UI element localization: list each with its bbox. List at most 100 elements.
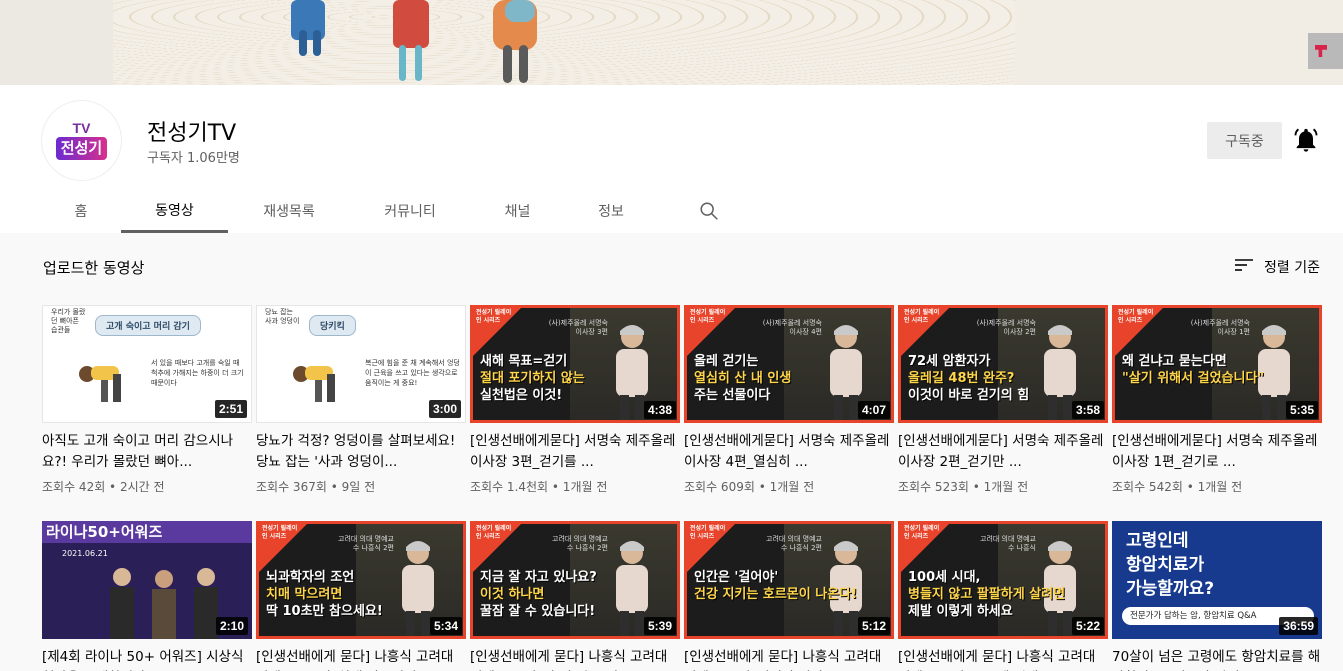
video-thumbnail[interactable]: 전성기 릴레이인 시리즈 (사)제주올레 서명숙 이사장 4편 올레 걷기는 열심히 … (684, 305, 894, 423)
tab-label: 커뮤니티 (384, 204, 436, 220)
thumb-line: 고령인데 (1126, 531, 1189, 551)
video-duration: 3:00 (428, 400, 461, 418)
video-title[interactable]: [인생선배에게묻다] 서명숙 제주올레 이사장 1편_걷기로 ... (1112, 431, 1322, 473)
subscribed-button[interactable]: 구독중 (1207, 122, 1282, 159)
video-duration: 5:39 (643, 617, 676, 635)
video-card[interactable]: 라이나50+어워즈 2021.06.21 2:10 [제4회 라이나 50+ 어워즈]… (42, 521, 252, 671)
tab-label: 재생목록 (263, 204, 315, 220)
tab-label: 동영상 (155, 202, 194, 219)
video-thumbnail[interactable]: 고령인데 항암치료가 가능할까요? 전문가가 답하는 암, 항암치료 Q&A 36:59 (1112, 521, 1322, 639)
thumb-note: 우리가 몰랐던 뼈아픈 습관들 (51, 308, 86, 334)
thumb-note: 당뇨 잡는 사과 엉덩이 (265, 308, 300, 325)
search-icon[interactable] (689, 189, 729, 233)
video-title[interactable]: [인생선배에게 묻다] 나흥식 고려대 명예교수 2편_치매 막으려면 (256, 647, 466, 671)
banner-figure-leg (399, 45, 406, 81)
banner-figure-leg (415, 45, 422, 81)
video-thumbnail[interactable]: 전성기 릴레이인 시리즈 (사)제주올레 서명숙 이사장 1편 왜 걷냐고 묻는다면… (1112, 305, 1322, 423)
video-title[interactable]: [인생선배에게 묻다] 나흥식 고려대 명예교수 편_100세 시대 (898, 647, 1108, 671)
video-title[interactable]: [인생선배에게묻다] 서명숙 제주올레 이사장 4편_열심히 ... (684, 431, 894, 473)
video-card[interactable]: 전성기 릴레이인 시리즈 고려대 의대 명예교수 나흥식 2편 뇌과학자의 조언 치매… (256, 521, 466, 671)
video-meta: 조회수 542회 • 1개월 전 (1112, 480, 1243, 494)
video-meta: 조회수 367회 • 9일 전 (256, 480, 376, 494)
video-title[interactable]: [인생선배에게묻다] 서명숙 제주올레 이사장 3편_걷기를 ... (470, 431, 680, 473)
video-title[interactable]: 70살이 넘은 고령에도 항암치료를 해야할까요? 전문가 답변 (1112, 647, 1322, 671)
video-card[interactable]: 전성기 릴레이인 시리즈 고려대 의대 명예교수 나흥식 2편 인간은 '걸어야' 건… (684, 521, 894, 671)
banner-figure-leg (299, 30, 307, 56)
external-link-icon[interactable] (1308, 33, 1343, 69)
tab-home[interactable]: 홈 (41, 189, 121, 233)
avatar-logo: TV 전성기 (47, 106, 117, 176)
video-meta: 조회수 1.4천회 • 1개월 전 (470, 480, 608, 494)
thumb-text: 서 있을 때보다 고개를 숙일 때 척추에 가해지는 하중이 더 크기 때문이다 (151, 359, 244, 387)
avatar-name-text: 전성기 (55, 137, 108, 160)
video-title[interactable]: [인생선배에게 묻다] 나흥식 고려대 명예교수 편_걸어야 산다 (684, 647, 894, 671)
tab-label: 정보 (598, 204, 624, 220)
video-duration: 5:34 (429, 617, 462, 635)
sort-button[interactable]: 정렬 기준 (1234, 257, 1320, 277)
video-title[interactable]: [인생선배에게묻다] 서명숙 제주올레 이사장 2편_걷기만 ... (898, 431, 1108, 473)
video-thumbnail[interactable]: 전성기 릴레이인 시리즈 (사)제주올레 서명숙 이사장 2편 72세 암환자가 올레… (898, 305, 1108, 423)
video-duration: 5:22 (1071, 617, 1104, 635)
sort-label: 정렬 기준 (1264, 260, 1320, 276)
video-card[interactable]: 전성기 릴레이인 시리즈 (사)제주올레 서명숙 이사장 2편 72세 암환자가 올레… (898, 305, 1108, 495)
bell-icon[interactable] (1292, 126, 1320, 154)
banner-figure (505, 0, 535, 22)
banner-figure (393, 0, 429, 48)
video-thumbnail[interactable]: 전성기 릴레이인 시리즈 고려대 의대 명예교수 나흥식 2편 인간은 '걸어야' 건… (684, 521, 894, 639)
video-row: 우리가 몰랐던 뼈아픈 습관들 고개 숙이고 머리 감기 서 있을 때보다 고개를 … (42, 305, 1322, 495)
video-title[interactable]: [인생선배에게 묻다] 나흥식 고려대 명예교수 편_잠 잘 자는 법 (470, 647, 680, 671)
thumb-headline: 라이나50+어워즈 (42, 521, 252, 543)
video-thumbnail[interactable]: 당뇨 잡는 사과 엉덩이 당키킥복근에 힘을 준 채 계속해서 엉덩이 근육을 쓰… (256, 305, 466, 423)
channel-banner (0, 0, 1343, 85)
video-row: 라이나50+어워즈 2021.06.21 2:10 [제4회 라이나 50+ 어워즈]… (42, 521, 1322, 671)
channel-avatar[interactable]: TV 전성기 (41, 100, 122, 181)
tab-playlists[interactable]: 재생목록 (228, 189, 350, 233)
video-card[interactable]: 전성기 릴레이인 시리즈 고려대 의대 명예교수 나흥식 100세 시대, 병들지 않… (898, 521, 1108, 671)
person-illustration (79, 366, 121, 402)
uploads-title: 업로드한 동영상 (43, 259, 145, 277)
video-duration: 5:12 (857, 617, 890, 635)
tab-label: 채널 (504, 204, 531, 220)
video-card[interactable]: 우리가 몰랐던 뼈아픈 습관들 고개 숙이고 머리 감기 서 있을 때보다 고개를 … (42, 305, 252, 495)
video-meta: 조회수 42회 • 2시간 전 (42, 480, 165, 494)
tab-channels[interactable]: 채널 (470, 189, 565, 233)
video-thumbnail[interactable]: 전성기 릴레이인 시리즈 고려대 의대 명예교수 나흥식 2편 뇌과학자의 조언 치매… (256, 521, 466, 639)
tab-videos[interactable]: 동영상 (121, 189, 228, 233)
thumb-headline: 고령인데항암치료가가능할까요? (1126, 529, 1214, 601)
video-thumbnail[interactable]: 라이나50+어워즈 2021.06.21 2:10 (42, 521, 252, 639)
tab-about[interactable]: 정보 (565, 189, 657, 233)
avatar-tv-text: TV (72, 120, 91, 137)
banner-side (1015, 0, 1343, 85)
video-card[interactable]: 전성기 릴레이인 시리즈 (사)제주올레 서명숙 이사장 3편 새해 목표=걷기 절대… (470, 305, 680, 495)
video-card[interactable]: 전성기 릴레이인 시리즈 고려대 의대 명예교수 나흥식 2편 지금 잘 자고 있나… (470, 521, 680, 671)
video-thumbnail[interactable]: 우리가 몰랐던 뼈아픈 습관들 고개 숙이고 머리 감기 서 있을 때보다 고개를 … (42, 305, 252, 423)
video-card[interactable]: 당뇨 잡는 사과 엉덩이 당키킥복근에 힘을 준 채 계속해서 엉덩이 근육을 쓰… (256, 305, 466, 495)
video-thumbnail[interactable]: 전성기 릴레이인 시리즈 고려대 의대 명예교수 나흥식 2편 지금 잘 자고 있나… (470, 521, 680, 639)
video-duration: 4:38 (643, 401, 676, 419)
video-title[interactable]: 당뇨가 걱정? 엉덩이를 살펴보세요! 당뇨 잡는 '사과 엉덩이... (256, 431, 466, 473)
channel-header: TV 전성기 전성기TV 구독자 1.06만명 구독중 홈 동영상 재생목록 커… (0, 85, 1343, 233)
banner-figure-leg (313, 30, 321, 56)
video-thumbnail[interactable]: 전성기 릴레이인 시리즈 고려대 의대 명예교수 나흥식 100세 시대, 병들지 않… (898, 521, 1108, 639)
video-duration: 36:59 (1279, 617, 1318, 635)
channel-tabs: 홈 동영상 재생목록 커뮤니티 채널 정보 (41, 189, 729, 233)
video-thumbnail[interactable]: 전성기 릴레이인 시리즈 (사)제주올레 서명숙 이사장 3편 새해 목표=걷기 절대… (470, 305, 680, 423)
video-title[interactable]: [제4회 라이나 50+ 어워즈] 시상식 현장을 공개합니다! (42, 647, 252, 671)
thumb-line: 항암치료가 (1126, 555, 1205, 575)
video-card[interactable]: 고령인데 항암치료가 가능할까요? 전문가가 답하는 암, 항암치료 Q&A 36:59… (1112, 521, 1322, 671)
video-card[interactable]: 전성기 릴레이인 시리즈 (사)제주올레 서명숙 이사장 4편 올레 걷기는 열심히 … (684, 305, 894, 495)
thumb-text: 복근에 힘을 준 채 계속해서 엉덩이 근육을 쓰고 있다는 생각으로 움직이는… (365, 359, 460, 387)
thumb-line: 가능할까요? (1126, 579, 1215, 599)
banner-artwork (113, 0, 1015, 85)
video-meta: 조회수 609회 • 1개월 전 (684, 480, 815, 494)
video-duration: 5:35 (1285, 401, 1318, 419)
person-illustration (293, 366, 335, 402)
video-meta: 조회수 523회 • 1개월 전 (898, 480, 1029, 494)
video-duration: 2:10 (215, 617, 248, 635)
thumb-pill: 당키킥 (309, 315, 356, 336)
subscriber-count: 구독자 1.06만명 (147, 151, 240, 166)
tab-community[interactable]: 커뮤니티 (350, 189, 470, 233)
video-card[interactable]: 전성기 릴레이인 시리즈 (사)제주올레 서명숙 이사장 1편 왜 걷냐고 묻는다면… (1112, 305, 1322, 495)
sort-icon (1234, 257, 1254, 277)
video-title[interactable]: 아직도 고개 숙이고 머리 감으시나요?! 우리가 몰랐던 뼈아... (42, 431, 252, 473)
